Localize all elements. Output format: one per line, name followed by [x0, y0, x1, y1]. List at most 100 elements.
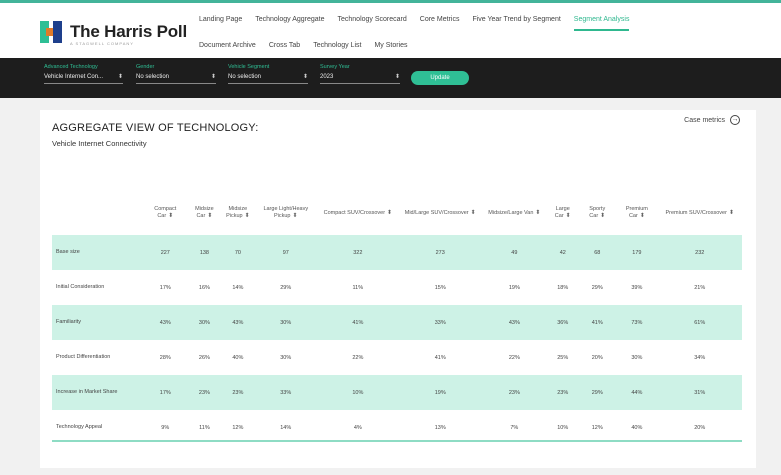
column-header-large-car[interactable]: Large Car ⬍: [547, 191, 578, 235]
nav-item-technology-list[interactable]: Technology List: [313, 42, 361, 55]
row-label: Familiarity: [52, 305, 143, 340]
table-cell: 42: [547, 235, 579, 270]
column-header-sporty-car[interactable]: Sporty Car ⬍: [578, 191, 616, 235]
filter-gender[interactable]: Gender No selection ⬍: [136, 64, 216, 84]
sort-icon[interactable]: ⬍: [729, 210, 734, 216]
table-cell: 19%: [508, 284, 520, 291]
column-header-mid-large-suv-crossover[interactable]: Mid/Large SUV/Crossover ⬍: [399, 191, 481, 235]
update-button[interactable]: Update: [411, 71, 469, 85]
table-cell: 33%: [399, 305, 482, 340]
table-cell: 41%: [434, 354, 446, 361]
filter-label: Survey Year: [320, 64, 350, 70]
table-cell: 97: [254, 235, 317, 270]
filter-label: Advanced Technology: [44, 64, 98, 70]
column-header-midsize-pickup[interactable]: Midsize Pickup ⬍: [221, 191, 255, 235]
table-cell: 23%: [220, 375, 255, 410]
column-header-compact-suv-crossover[interactable]: Compact SUV/Crossover ⬍: [317, 191, 399, 235]
harris-poll-logo[interactable]: The Harris Poll A STAGWELL COMPANY: [40, 21, 187, 46]
sort-icon[interactable]: ⬍: [293, 213, 298, 219]
table-cell: 23%: [481, 375, 548, 410]
table-cell: 33%: [254, 375, 317, 410]
column-header-premium-suv-crossover[interactable]: Premium SUV/Crossover ⬍: [657, 191, 742, 235]
table-cell: 179: [616, 235, 658, 270]
table-row: Base size 227 138 70 97 322 273 49 42 68 179 232: [52, 235, 742, 270]
nav-item-cross-tab[interactable]: Cross Tab: [269, 42, 300, 55]
table-row: Product Differentiation 28% 26% 40% 30% 22% 41…: [52, 340, 742, 375]
sort-icon[interactable]: ⬍: [245, 213, 250, 219]
filter-survey-year[interactable]: Survey Year 2023 ⬍: [320, 64, 400, 84]
table-cell: 23%: [547, 375, 579, 410]
sort-icon[interactable]: ⬍: [535, 210, 540, 216]
aggregate-view-card: AGGREGATE VIEW OF TECHNOLOGY: Vehicle In…: [40, 110, 756, 468]
table-cell: 17%: [142, 375, 188, 410]
table-cell: 10%: [316, 375, 400, 410]
table-header-row: Compact Car ⬍ Midsize Car ⬍ Midsize Pickup ⬍ L…: [52, 191, 742, 235]
vehicle-segment-select[interactable]: No selection ⬍: [228, 72, 308, 84]
filter-label: Gender: [136, 64, 155, 70]
column-header-label: Large Light/Heavy Pickup: [263, 206, 309, 219]
column-header-premium-car[interactable]: Premium Car ⬍: [616, 191, 657, 235]
sort-icon[interactable]: ⬍: [387, 210, 392, 216]
row-label-header: [52, 191, 143, 235]
table-cell: 73%: [616, 305, 658, 340]
nav-item-my-stories[interactable]: My Stories: [374, 42, 407, 55]
nav-item-five-year-trend-by-segment[interactable]: Five Year Trend by Segment: [472, 16, 560, 31]
nav-item-core-metrics[interactable]: Core Metrics: [420, 16, 460, 31]
gender-select[interactable]: No selection ⬍: [136, 72, 216, 84]
table-bottom-rule: [52, 440, 742, 442]
sort-icon[interactable]: ⬍: [168, 213, 173, 219]
column-header-midsize-car[interactable]: Midsize Car ⬍: [188, 191, 221, 235]
sort-icon[interactable]: ⬍: [640, 213, 645, 219]
table-row: Initial Consideration 17% 16% 14% 29% 11% 15% 1…: [52, 270, 742, 305]
table-cell: 44%: [616, 375, 658, 410]
table-cell: 68: [578, 235, 617, 270]
survey-year-select[interactable]: 2023 ⬍: [320, 72, 400, 84]
column-header-compact-car[interactable]: Compact Car ⬍: [143, 191, 188, 235]
table-cell: 29%: [591, 284, 603, 291]
advanced-technology-select[interactable]: Vehicle Internet Con... ⬍: [44, 72, 123, 84]
sort-icon[interactable]: ⬍: [600, 213, 605, 219]
table-cell: 43%: [481, 305, 548, 340]
column-header-label: Midsize/Large Van: [488, 209, 534, 216]
table-cell: 26%: [198, 354, 210, 361]
logo-text: The Harris Poll: [70, 22, 187, 41]
row-label: Base size: [52, 235, 143, 270]
nav-item-technology-aggregate[interactable]: Technology Aggregate: [255, 16, 324, 31]
table-cell: 28%: [159, 354, 171, 361]
table-row: Increase in Market Share 17% 23% 23% 33% 10% 1…: [52, 375, 742, 410]
nav-item-document-archive[interactable]: Document Archive: [199, 42, 256, 55]
column-header-large-light-heavy-pickup[interactable]: Large Light/Heavy Pickup ⬍: [255, 191, 317, 235]
table-body: Base size 227 138 70 97 322 273 49 42 68 179 232 Ini…: [52, 235, 742, 445]
table-cell: 30%: [254, 305, 317, 340]
sort-icon[interactable]: ⬍: [566, 213, 571, 219]
table-cell: 40%: [232, 354, 244, 361]
table-cell: 43%: [142, 305, 188, 340]
filter-value: 2023: [320, 74, 334, 80]
chevron-down-icon: ⬍: [302, 74, 308, 80]
arrow-right-circle-icon[interactable]: →: [730, 115, 740, 125]
sort-icon[interactable]: ⬍: [207, 213, 212, 219]
nav-item-segment-analysis[interactable]: Segment Analysis: [573, 16, 630, 31]
filter-value: No selection: [136, 74, 170, 80]
table-cell: 322: [316, 235, 400, 270]
row-label: Increase in Market Share: [52, 375, 143, 410]
filter-vehicle-segment[interactable]: Vehicle Segment No selection ⬍: [228, 64, 308, 84]
column-header-label: Mid/Large SUV/Crossover: [404, 209, 469, 216]
case-metrics-link[interactable]: Case metrics →: [684, 115, 740, 125]
page-title: AGGREGATE VIEW OF TECHNOLOGY:: [52, 122, 259, 134]
nav-item-landing-page[interactable]: Landing Page: [199, 16, 242, 31]
aggregate-table: Compact Car ⬍ Midsize Car ⬍ Midsize Pickup ⬍ L…: [52, 191, 742, 445]
chevron-down-icon: ⬍: [394, 74, 400, 80]
table-cell: 16%: [198, 284, 210, 291]
sort-icon[interactable]: ⬍: [471, 210, 476, 216]
column-header-label: Premium SUV/Crossover: [665, 209, 727, 216]
table-cell: 11%: [352, 284, 364, 291]
table-cell: 29%: [578, 375, 617, 410]
chevron-down-icon: ⬍: [210, 74, 216, 80]
logo-mark-icon: [40, 21, 62, 43]
filter-advanced-technology[interactable]: Advanced Technology Vehicle Internet Con…: [44, 64, 123, 84]
column-header-midsize-large-van[interactable]: Midsize/Large Van ⬍: [481, 191, 547, 235]
table-cell: 31%: [657, 375, 742, 410]
table-cell: 36%: [547, 305, 579, 340]
nav-item-technology-scorecard[interactable]: Technology Scorecard: [338, 16, 407, 31]
